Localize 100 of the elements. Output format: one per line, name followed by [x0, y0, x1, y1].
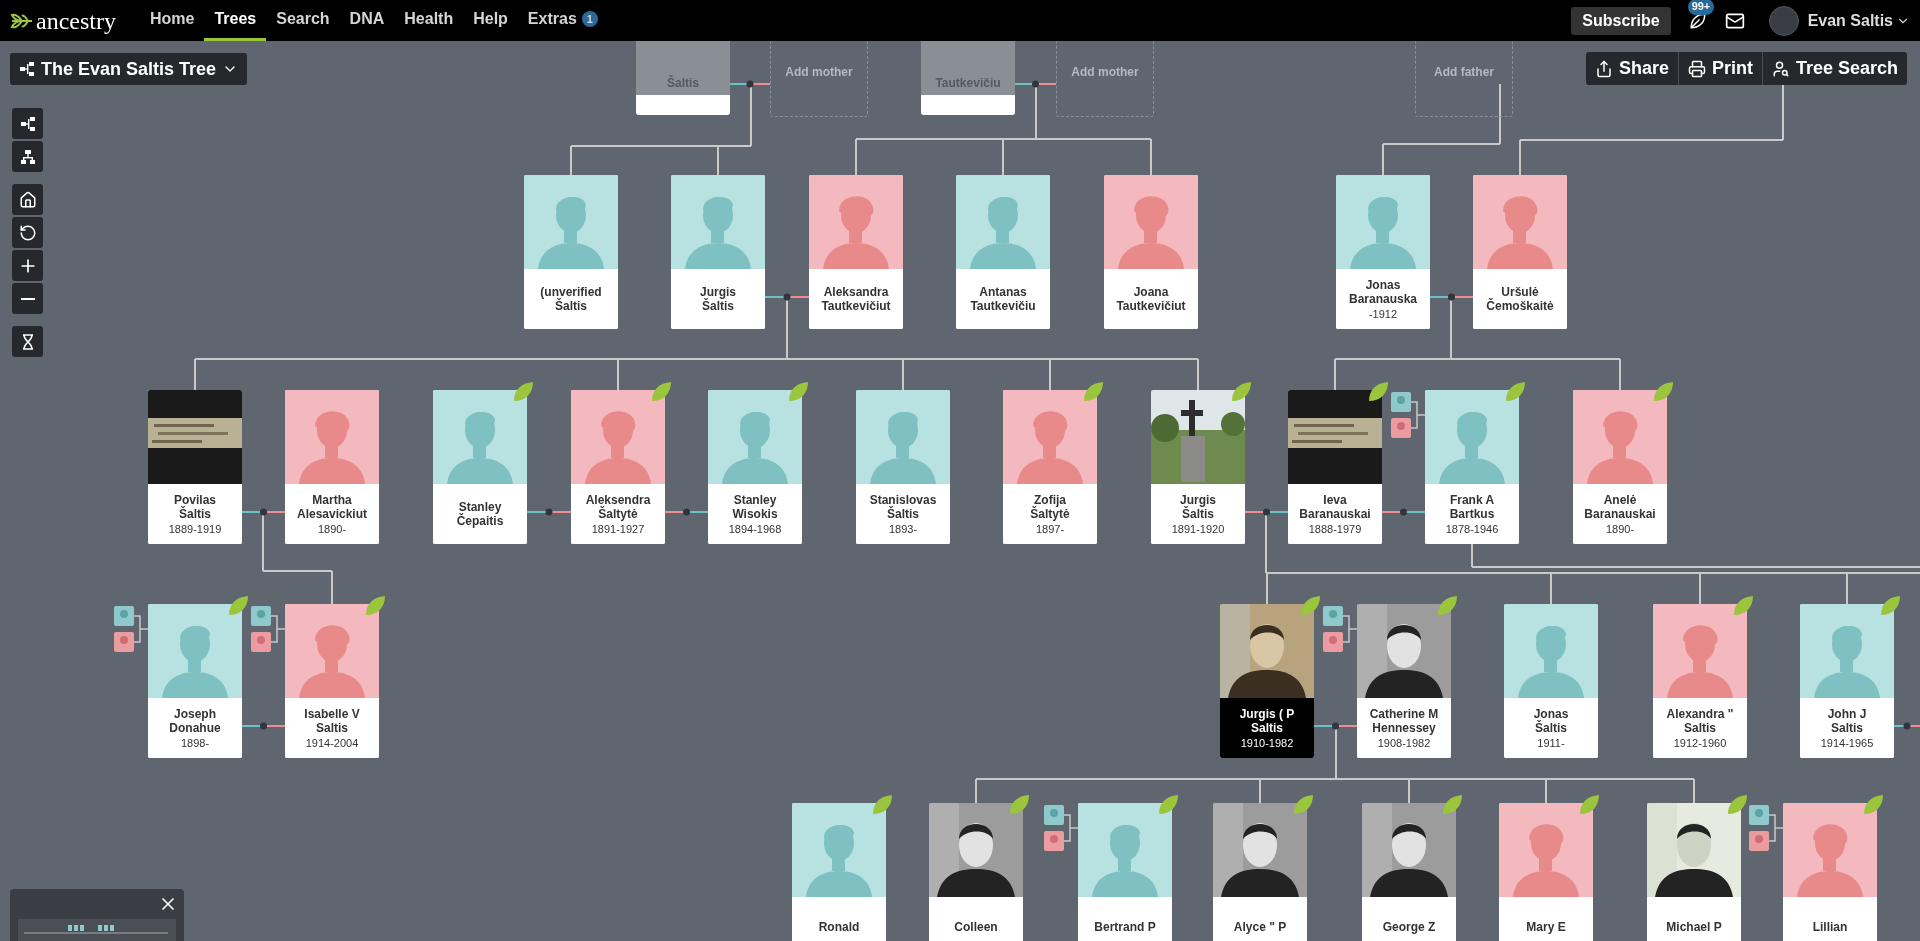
parents-icon[interactable]: [251, 606, 285, 654]
descendant-view-button[interactable]: [12, 141, 43, 172]
life-dates: 1891-1920: [1171, 521, 1225, 536]
person-name: Colleen: [954, 920, 998, 934]
nav-link[interactable]: DNA: [339, 0, 395, 41]
home-icon: [18, 190, 37, 209]
parents-icon[interactable]: [1323, 606, 1357, 654]
life-dates: 1908-1982: [1377, 735, 1431, 750]
user-name[interactable]: Evan Saltis: [1807, 8, 1893, 33]
pedigree-view-icon: [19, 61, 35, 77]
nav-link[interactable]: Trees: [204, 0, 267, 41]
person-card[interactable]: Jurgis Šaltis: [671, 175, 765, 329]
person-name: Zofija: [1034, 492, 1066, 507]
person-name: Wisokis: [732, 506, 778, 521]
person-name: Saltis: [1684, 720, 1716, 735]
count-badge: 1: [581, 11, 598, 27]
dna-button[interactable]: [12, 326, 43, 357]
person-card[interactable]: Antanas Tautkevičiu: [956, 175, 1050, 329]
ancestry-logo[interactable]: ancestry: [36, 8, 116, 33]
person-name: Jonas: [1365, 277, 1401, 292]
person-card[interactable]: Stanislovas Šaltis 1893-: [856, 390, 950, 544]
leaf-hint-icon[interactable]: [1878, 594, 1902, 618]
rotate-icon: [18, 223, 37, 242]
parents-icon[interactable]: [1749, 805, 1783, 853]
person-card[interactable]: Jonas Baranauska -1912: [1336, 175, 1430, 329]
person-card[interactable]: Jurgis Šaltis 1891-1920: [1151, 390, 1245, 544]
life-dates: 1898-: [180, 735, 210, 750]
person-card[interactable]: Martha Alesavickiut 1890-: [285, 390, 379, 544]
person-name: Catherine M: [1369, 706, 1439, 721]
life-dates: 1889-1919: [168, 521, 222, 536]
person-card[interactable]: Frank A Bartkus 1878-1946: [1425, 390, 1519, 544]
person-name: Baranauskai: [1299, 506, 1371, 521]
leaf-hint-icon[interactable]: [1725, 793, 1749, 817]
leaf-hint-icon[interactable]: [1503, 380, 1527, 404]
nav-link[interactable]: Health: [394, 0, 464, 41]
toolbar-button[interactable]: Share: [1585, 52, 1678, 85]
parents-icon[interactable]: [1044, 805, 1078, 853]
person-card[interactable]: John J Saltis 1914-1965: [1800, 604, 1894, 758]
person-name: Šaltis: [702, 299, 734, 313]
notification-badge: 99+: [1687, 0, 1715, 15]
avatar[interactable]: [1768, 5, 1799, 36]
person-name: Michael P: [1666, 920, 1722, 934]
person-card[interactable]: Stanley Čepaitis: [433, 390, 527, 544]
leaf-hint-icon[interactable]: [1156, 793, 1180, 817]
person-card[interactable]: (unverified Šaltis: [524, 175, 618, 329]
leaf-hint-icon[interactable]: [786, 380, 810, 404]
life-dates: 1893-: [888, 521, 918, 536]
person-card[interactable]: Catherine M Hennessey 1908-1982: [1357, 604, 1451, 758]
person-name: Povilas: [174, 492, 216, 507]
life-dates: 1912-1960: [1673, 735, 1727, 750]
life-dates: 1910-1982: [1240, 735, 1294, 750]
person-card[interactable]: Ieva Baranauskai 1888-1979: [1288, 390, 1382, 544]
person-name: Mary E: [1526, 920, 1566, 934]
person-card[interactable]: Povilas Šaltis 1889-1919: [148, 390, 242, 544]
person-name: Alesavickiut: [296, 506, 367, 521]
person-name: Bertrand P: [1094, 920, 1156, 934]
leaf-hint-icon[interactable]: [1366, 380, 1390, 404]
leaf-hint-icon[interactable]: [511, 380, 535, 404]
zoom-in-button[interactable]: [12, 250, 43, 281]
person-name: Tautkevičiut: [821, 299, 891, 313]
life-dates: 1914-2004: [305, 735, 359, 750]
nav-link[interactable]: Extras 1: [517, 0, 608, 41]
leaf-hint-icon[interactable]: [1229, 380, 1253, 404]
person-name: (unverified: [540, 285, 602, 299]
person-card[interactable]: Stanley Wisokis 1894-1968: [708, 390, 802, 544]
person-card[interactable]: Joana Tautkevičiut: [1104, 175, 1198, 329]
person-card[interactable]: Anelė Baranauskai 1890-: [1573, 390, 1667, 544]
person-card[interactable]: Aleksandra Tautkevičiut: [809, 175, 903, 329]
printer-icon: [1687, 59, 1706, 78]
toolbar-button[interactable]: Print: [1677, 52, 1762, 85]
home-button[interactable]: [12, 184, 43, 215]
leaf-hint-icon[interactable]: [870, 793, 894, 817]
nav-link[interactable]: Home: [139, 0, 205, 41]
person-card[interactable]: Zofija Šaltytė 1897-: [1003, 390, 1097, 544]
couple-connector-line: [764, 293, 810, 301]
nav-link[interactable]: Search: [266, 0, 340, 41]
tree-selector-dropdown[interactable]: The Evan Saltis Tree: [10, 53, 248, 85]
person-card[interactable]: Uršulė Čemoškaitė: [1473, 175, 1567, 329]
zoom-out-button[interactable]: [12, 283, 43, 314]
leaf-hint-icon[interactable]: [226, 594, 250, 618]
person-name: George Z: [1382, 920, 1436, 934]
person-name: Baranauskai: [1584, 506, 1656, 521]
person-card[interactable]: Alexandra " Saltis 1912-1960: [1653, 604, 1747, 758]
reset-button[interactable]: [12, 217, 43, 248]
subscribe-button[interactable]: Subscribe: [1571, 6, 1671, 35]
person-card[interactable]: Jonas Šaltis 1911-: [1504, 604, 1598, 758]
person-name: Jurgis: [1180, 492, 1216, 507]
person-card[interactable]: Jurgis ( P Saltis 1910-1982: [1220, 604, 1314, 758]
toolbar-button[interactable]: Tree Search: [1761, 52, 1907, 85]
person-name: Čepaitis: [456, 514, 504, 528]
pedigree-view-button[interactable]: [12, 108, 43, 139]
parents-icon[interactable]: [114, 606, 148, 654]
person-card[interactable]: Aleksendra Šaltytė 1891-1927: [571, 390, 665, 544]
person-name: Antanas: [979, 285, 1027, 299]
life-dates: 1891-1927: [591, 521, 645, 536]
nav-link[interactable]: Help: [463, 0, 518, 41]
person-card[interactable]: Joseph Donahue 1898-: [148, 604, 242, 758]
add-parent-label: Add mother: [1071, 64, 1139, 81]
person-name: Martha: [312, 492, 352, 507]
person-card[interactable]: Isabelle V Saltis 1914-2004: [285, 604, 379, 758]
